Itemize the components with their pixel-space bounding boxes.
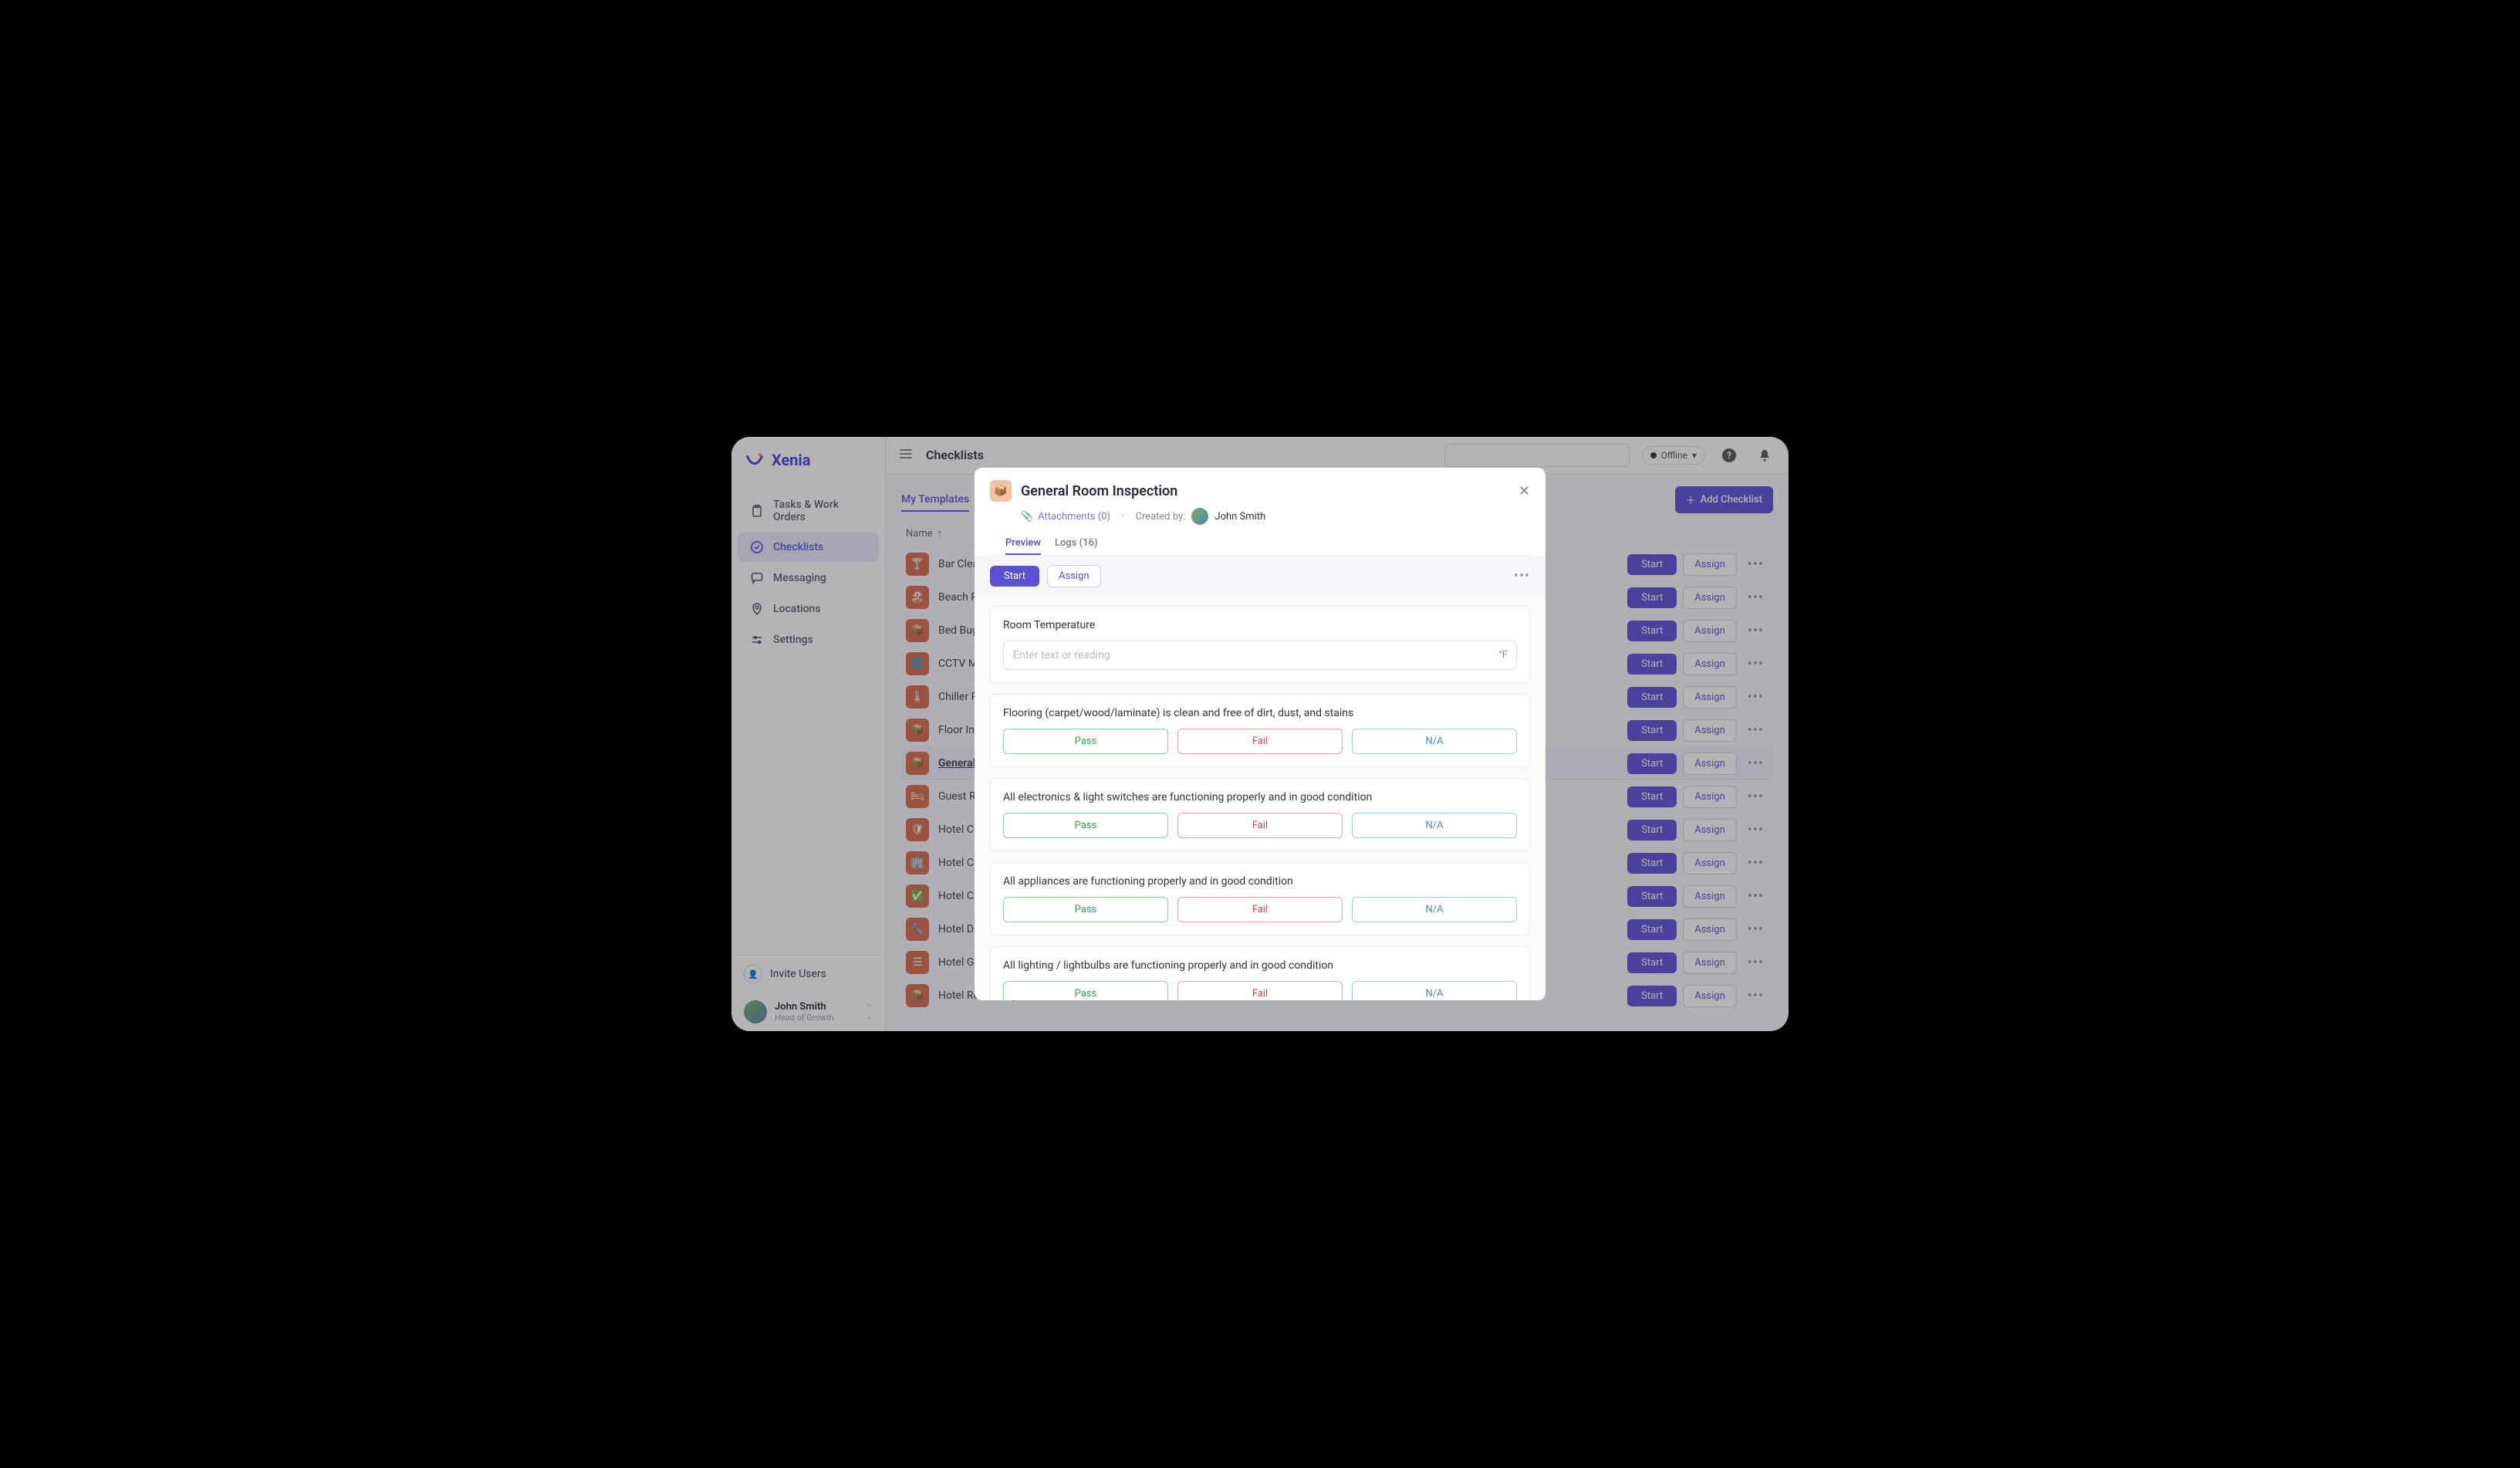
question-card: All appliances are functioning properly … (990, 862, 1530, 935)
paperclip-icon: 📎 (1021, 511, 1033, 523)
question-card: Flooring (carpet/wood/laminate) is clean… (990, 694, 1530, 767)
close-icon[interactable]: ✕ (1518, 483, 1530, 499)
pass-button[interactable]: Pass (1003, 813, 1168, 838)
modal-toolbar: Start Assign ••• (975, 556, 1545, 597)
question-card-temperature: Room Temperature °F (990, 606, 1530, 683)
na-button[interactable]: N/A (1352, 729, 1517, 754)
question-label: All lighting / lightbulbs are functionin… (1003, 959, 1517, 972)
modal-checklist-icon: 📦 (990, 480, 1012, 502)
pass-button[interactable]: Pass (1003, 981, 1168, 1000)
temperature-unit: °F (1498, 650, 1508, 661)
modal-overlay[interactable]: 📦 General Room Inspection ✕ 📎 Attachment… (731, 437, 1789, 1031)
pass-fail-na-group: Pass Fail N/A (1003, 729, 1517, 754)
pass-fail-na-group: Pass Fail N/A (1003, 897, 1517, 922)
modal-assign-button[interactable]: Assign (1047, 565, 1101, 587)
attachments-label: Attachments (0) (1038, 511, 1110, 523)
creator-avatar (1191, 508, 1208, 525)
modal-tab-preview[interactable]: Preview (1005, 533, 1041, 555)
pass-fail-na-group: Pass Fail N/A (1003, 981, 1517, 1000)
attachments-link[interactable]: 📎 Attachments (0) (1021, 511, 1110, 523)
fail-button[interactable]: Fail (1177, 981, 1343, 1000)
pass-button[interactable]: Pass (1003, 897, 1168, 922)
modal-header: 📦 General Room Inspection ✕ 📎 Attachment… (975, 468, 1545, 556)
app-window: Xenia Tasks & Work OrdersChecklistsMessa… (731, 437, 1789, 1031)
modal-start-button[interactable]: Start (990, 566, 1039, 587)
temperature-input[interactable] (1003, 641, 1517, 670)
checklist-detail-modal: 📦 General Room Inspection ✕ 📎 Attachment… (975, 468, 1545, 1000)
na-button[interactable]: N/A (1352, 897, 1517, 922)
pass-button[interactable]: Pass (1003, 729, 1168, 754)
modal-title: General Room Inspection (1021, 483, 1509, 499)
fail-button[interactable]: Fail (1177, 813, 1343, 838)
question-label: All electronics & light switches are fun… (1003, 791, 1517, 803)
na-button[interactable]: N/A (1352, 813, 1517, 838)
meta-separator: • (1121, 511, 1124, 523)
pass-fail-na-group: Pass Fail N/A (1003, 813, 1517, 838)
creator-name: John Smith (1214, 511, 1265, 523)
created-by: Created by: John Smith (1135, 508, 1265, 525)
modal-tab-logs[interactable]: Logs (16) (1055, 533, 1098, 555)
question-label: Flooring (carpet/wood/laminate) is clean… (1003, 707, 1517, 719)
modal-meta: 📎 Attachments (0) • Created by: John Smi… (990, 502, 1530, 525)
modal-tabs: Preview Logs (16) (990, 525, 1530, 556)
question-card: All lighting / lightbulbs are functionin… (990, 946, 1530, 1000)
created-by-label: Created by: (1135, 511, 1185, 523)
question-label: Room Temperature (1003, 619, 1517, 631)
fail-button[interactable]: Fail (1177, 897, 1343, 922)
question-card: All electronics & light switches are fun… (990, 778, 1530, 851)
modal-more-icon[interactable]: ••• (1514, 568, 1530, 584)
na-button[interactable]: N/A (1352, 981, 1517, 1000)
modal-body: Room Temperature °F Flooring (carpet/woo… (975, 597, 1545, 1000)
question-label: All appliances are functioning properly … (1003, 875, 1517, 888)
fail-button[interactable]: Fail (1177, 729, 1343, 754)
